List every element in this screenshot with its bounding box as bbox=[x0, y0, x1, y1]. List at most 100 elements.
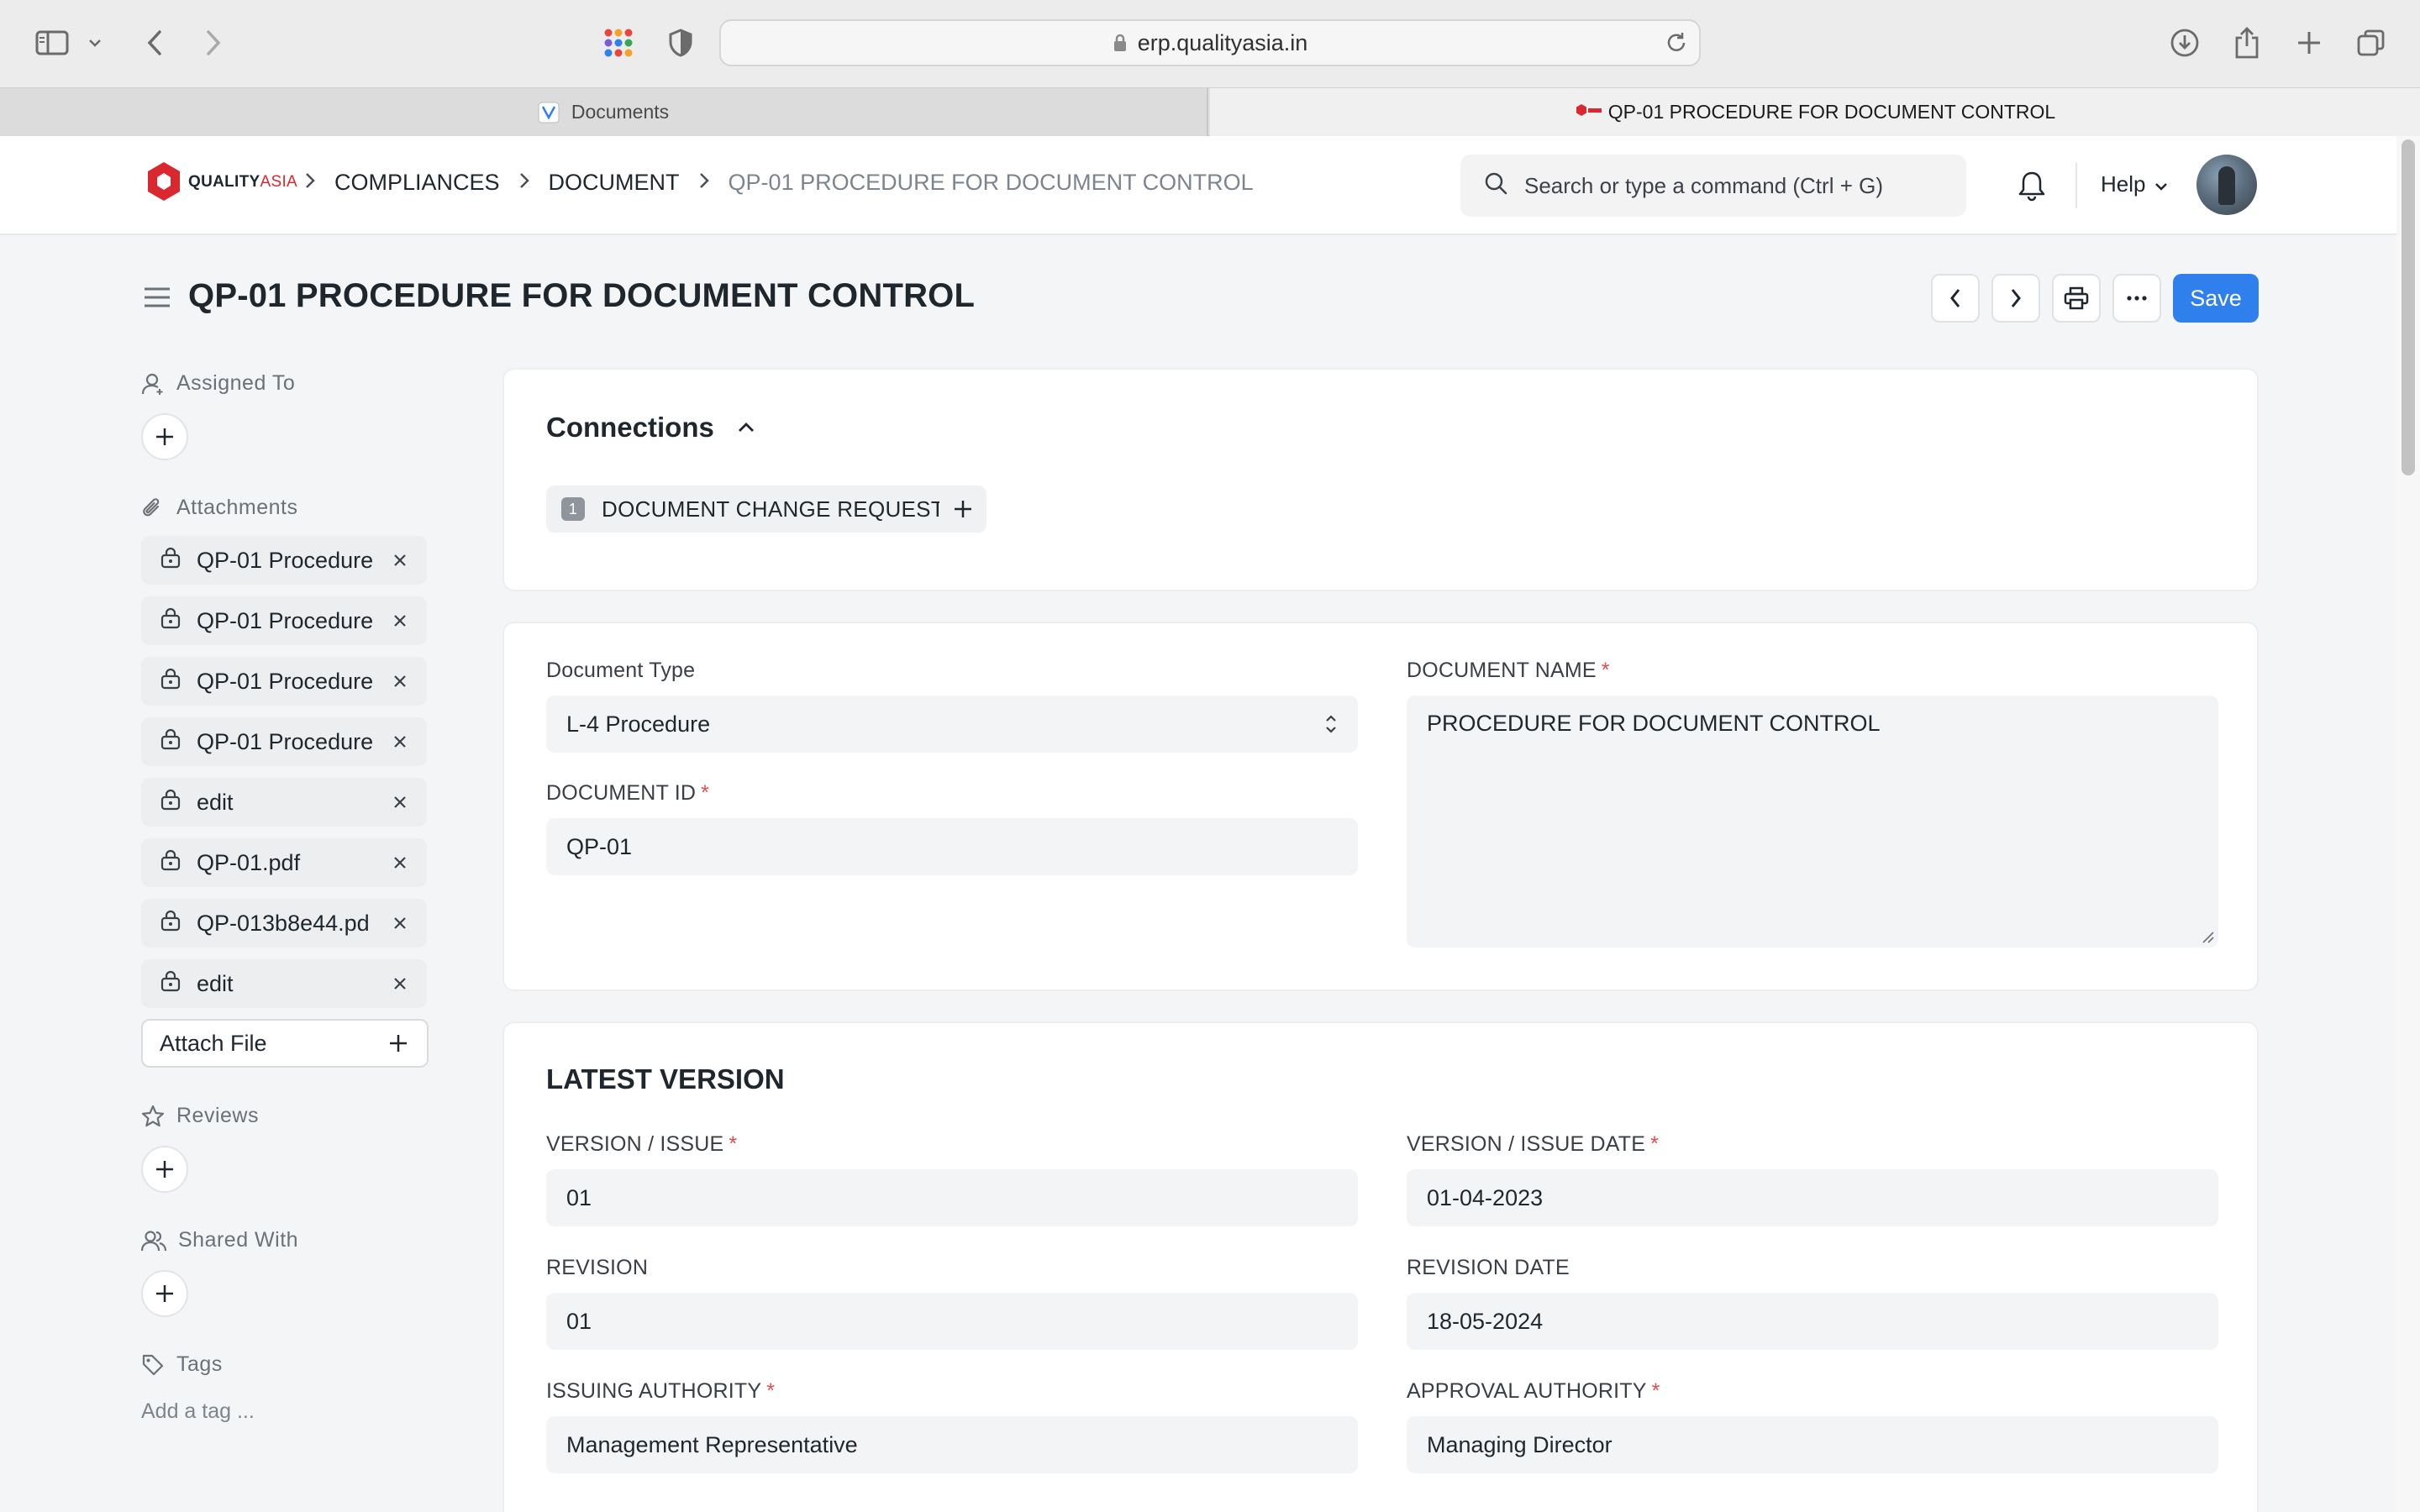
avatar[interactable] bbox=[2196, 155, 2257, 215]
more-actions-button[interactable] bbox=[2112, 274, 2161, 323]
attachment-item[interactable]: QP-01 Procedure bbox=[141, 657, 427, 706]
tab-document-control[interactable]: QP-01 PROCEDURE FOR DOCUMENT CONTROL bbox=[1210, 88, 2420, 136]
connection-document-change-request[interactable]: 1 DOCUMENT CHANGE REQUEST bbox=[546, 486, 962, 533]
page-scrollbar[interactable] bbox=[2396, 136, 2420, 1512]
ellipsis-icon bbox=[2127, 296, 2147, 301]
favicon-icon bbox=[1575, 102, 1602, 123]
extensions-grid-icon[interactable] bbox=[598, 20, 639, 66]
tab-overview-icon[interactable] bbox=[2353, 20, 2390, 66]
new-tab-icon[interactable] bbox=[2291, 20, 2328, 66]
lock-icon bbox=[160, 970, 182, 998]
revision-field[interactable]: 01 bbox=[546, 1293, 1358, 1350]
chevron-down-icon[interactable] bbox=[82, 20, 108, 66]
breadcrumb-compliances[interactable]: COMPLIANCES bbox=[334, 170, 500, 196]
download-icon[interactable] bbox=[2166, 20, 2203, 66]
search-icon bbox=[1484, 171, 1507, 201]
document-id-field[interactable]: QP-01 bbox=[546, 818, 1358, 875]
add-connection-button[interactable] bbox=[939, 486, 986, 533]
reload-icon[interactable] bbox=[1664, 30, 1689, 55]
reviews-label: Reviews bbox=[176, 1104, 259, 1127]
attachments-section: Attachments bbox=[141, 496, 297, 520]
add-share-button[interactable] bbox=[141, 1270, 188, 1317]
back-icon[interactable] bbox=[138, 20, 171, 66]
version-issue-field[interactable]: 01 bbox=[546, 1169, 1358, 1226]
plus-icon bbox=[156, 1161, 173, 1178]
shared-with-section: Shared With bbox=[141, 1228, 298, 1252]
close-icon[interactable] bbox=[383, 734, 417, 749]
attachment-item[interactable]: QP-01 Procedure bbox=[141, 717, 427, 766]
chevron-right-icon bbox=[304, 170, 316, 196]
revision-date-label: REVISION DATE bbox=[1407, 1256, 1570, 1279]
issuing-authority-label: ISSUING AUTHORITY * bbox=[546, 1379, 776, 1403]
revision-date-field[interactable]: 18-05-2024 bbox=[1407, 1293, 2218, 1350]
connections-header[interactable]: Connections bbox=[546, 412, 756, 444]
close-icon[interactable] bbox=[383, 553, 417, 568]
tag-icon bbox=[142, 1354, 164, 1375]
breadcrumb-document[interactable]: DOCUMENT bbox=[549, 170, 680, 196]
page-title: QP-01 PROCEDURE FOR DOCUMENT CONTROL bbox=[188, 277, 976, 314]
close-icon[interactable] bbox=[383, 674, 417, 689]
scrollbar-thumb[interactable] bbox=[2402, 139, 2415, 475]
save-button[interactable]: Save bbox=[2173, 274, 2259, 323]
print-button[interactable] bbox=[2052, 274, 2101, 323]
version-issue-date-field[interactable]: 01-04-2023 bbox=[1407, 1169, 2218, 1226]
attachment-name: QP-01 Procedure bbox=[197, 668, 374, 694]
version-issue-date-value: 01-04-2023 bbox=[1427, 1184, 1544, 1210]
attachment-name: edit bbox=[197, 970, 234, 996]
issuing-authority-field[interactable]: Management Representative bbox=[546, 1416, 1358, 1473]
approval-authority-field[interactable]: Managing Director bbox=[1407, 1416, 2218, 1473]
attachments-label: Attachments bbox=[176, 496, 298, 519]
tags-label: Tags bbox=[176, 1352, 223, 1376]
version-issue-label: VERSION / ISSUE * bbox=[546, 1132, 738, 1156]
shield-icon[interactable] bbox=[664, 20, 697, 66]
close-icon[interactable] bbox=[383, 916, 417, 931]
select-arrows-icon bbox=[1326, 715, 1336, 733]
attachment-name: QP-013b8e44.pd bbox=[197, 910, 370, 936]
previous-record-button[interactable] bbox=[1931, 274, 1980, 323]
browser-toolbar: erp.qualityasia.in bbox=[0, 0, 2420, 87]
attachment-item[interactable]: QP-01.pdf bbox=[141, 838, 427, 887]
attachment-name: QP-01.pdf bbox=[197, 849, 301, 875]
document-id-value: QP-01 bbox=[566, 833, 633, 859]
chevron-right-icon bbox=[2011, 289, 2021, 307]
bell-icon[interactable] bbox=[2017, 170, 2047, 206]
brand-logo[interactable]: QUALITYASIA bbox=[145, 160, 297, 205]
chevron-down-icon bbox=[2145, 171, 2169, 197]
hamburger-menu-icon[interactable] bbox=[143, 286, 171, 313]
search-input[interactable]: Search or type a command (Ctrl + G) bbox=[1460, 155, 1966, 217]
document-type-select[interactable]: L-4 Procedure bbox=[546, 696, 1358, 753]
close-icon[interactable] bbox=[383, 976, 417, 991]
next-record-button[interactable] bbox=[1991, 274, 2040, 323]
connection-label: DOCUMENT CHANGE REQUEST bbox=[602, 496, 945, 522]
close-icon[interactable] bbox=[383, 613, 417, 628]
share-icon[interactable] bbox=[2228, 20, 2265, 66]
forward-icon[interactable] bbox=[197, 20, 230, 66]
paperclip-icon bbox=[143, 497, 160, 516]
add-review-button[interactable] bbox=[141, 1146, 188, 1193]
attachment-name: QP-01 Procedure bbox=[197, 607, 374, 633]
lock-icon bbox=[1113, 33, 1128, 53]
approval-authority-value: Managing Director bbox=[1427, 1431, 1612, 1457]
add-assignee-button[interactable] bbox=[141, 413, 188, 460]
document-name-textarea[interactable]: PROCEDURE FOR DOCUMENT CONTROL bbox=[1407, 696, 2218, 948]
sidebar-toggle-icon[interactable] bbox=[32, 20, 72, 66]
address-bar[interactable]: erp.qualityasia.in bbox=[719, 19, 1701, 66]
attachment-item[interactable]: QP-01 Procedure bbox=[141, 596, 427, 645]
add-tag-link[interactable]: Add a tag ... bbox=[141, 1399, 255, 1424]
help-dropdown[interactable]: Help bbox=[2101, 171, 2169, 197]
close-icon[interactable] bbox=[383, 855, 417, 870]
chevron-left-icon bbox=[1950, 289, 1960, 307]
attachment-item[interactable]: QP-013b8e44.pd bbox=[141, 899, 427, 948]
attachment-item[interactable]: QP-01 Procedure bbox=[141, 536, 427, 585]
attachment-item[interactable]: edit bbox=[141, 778, 427, 827]
breadcrumb-current[interactable]: QP-01 PROCEDURE FOR DOCUMENT CONTROL bbox=[729, 170, 1254, 196]
shared-with-label: Shared With bbox=[178, 1228, 299, 1252]
issuing-authority-value: Management Representative bbox=[566, 1431, 858, 1457]
resize-grip-icon[interactable] bbox=[2200, 929, 2215, 944]
url-text: erp.qualityasia.in bbox=[1137, 29, 1308, 55]
tab-documents[interactable]: Documents bbox=[0, 88, 1208, 136]
attachment-item[interactable]: edit bbox=[141, 959, 427, 1008]
revision-date-value: 18-05-2024 bbox=[1427, 1308, 1544, 1334]
close-icon[interactable] bbox=[383, 795, 417, 810]
attach-file-button[interactable]: Attach File bbox=[141, 1019, 429, 1068]
